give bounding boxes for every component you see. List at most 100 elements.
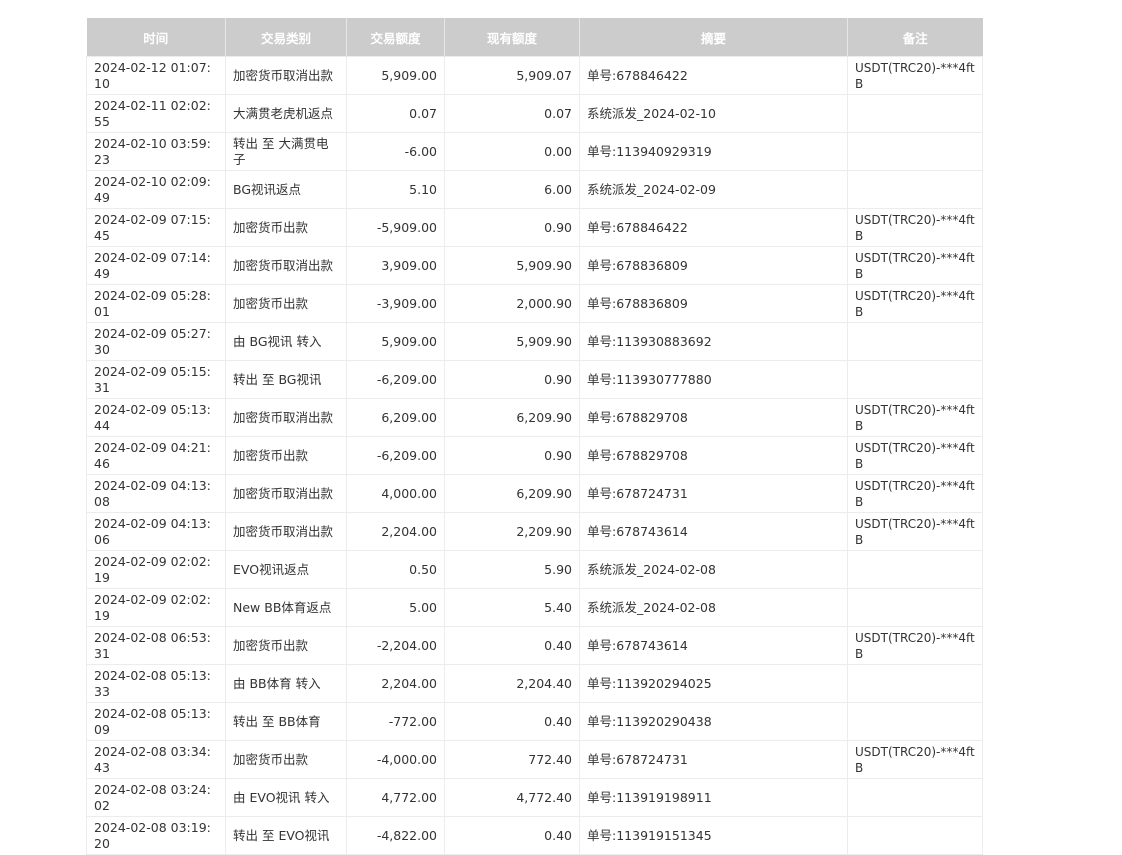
cell-summary: 单号:678836809 [579, 246, 848, 285]
cell-balance: 5.90 [444, 550, 580, 589]
cell-note: USDT(TRC20)-***4ftB [847, 56, 983, 95]
cell-summary: 单号:678829708 [579, 436, 848, 475]
cell-note [847, 816, 983, 855]
cell-type: 加密货币取消出款 [225, 246, 347, 285]
cell-time: 2024-02-09 04:21:46 [86, 436, 226, 475]
table-row: 2024-02-08 03:24:02 由 EVO视讯 转入 4,772.00 4,7… [86, 778, 983, 817]
table-row: 2024-02-12 01:07:10 加密货币取消出款 5,909.00 5,909… [86, 56, 983, 95]
table-row: 2024-02-08 03:34:43 加密货币出款 -4,000.00 772.40… [86, 740, 983, 779]
cell-time: 2024-02-09 02:02:19 [86, 550, 226, 589]
cell-summary: 单号:678846422 [579, 56, 848, 95]
cell-summary: 单号:113930883692 [579, 322, 848, 361]
table-row: 2024-02-08 06:53:31 加密货币出款 -2,204.00 0.40 单号… [86, 626, 983, 665]
cell-summary: 系统派发_2024-02-09 [579, 170, 848, 209]
cell-summary: 单号:678836809 [579, 284, 848, 323]
cell-balance: 6,209.90 [444, 398, 580, 437]
cell-type: 由 BG视讯 转入 [225, 322, 347, 361]
cell-time: 2024-02-11 02:02:55 [86, 94, 226, 133]
cell-type: 转出 至 BG视讯 [225, 360, 347, 399]
cell-amount: 2,204.00 [346, 664, 445, 703]
cell-balance: 0.40 [444, 816, 580, 855]
cell-type: 转出 至 BB体育 [225, 702, 347, 741]
cell-balance: 5.40 [444, 588, 580, 627]
cell-note [847, 132, 983, 171]
cell-summary: 单号:113930777880 [579, 360, 848, 399]
cell-note: USDT(TRC20)-***4ftB [847, 626, 983, 665]
cell-time: 2024-02-08 03:24:02 [86, 778, 226, 817]
table-header-row: 时间 交易类别 交易额度 现有额度 摘要 备注 [86, 18, 983, 57]
cell-type: EVO视讯返点 [225, 550, 347, 589]
table-row: 2024-02-09 05:28:01 加密货币出款 -3,909.00 2,000.… [86, 284, 983, 323]
header-balance: 现有额度 [444, 18, 580, 57]
cell-time: 2024-02-08 05:13:09 [86, 702, 226, 741]
cell-note: USDT(TRC20)-***4ftB [847, 740, 983, 779]
cell-amount: -772.00 [346, 702, 445, 741]
cell-balance: 0.90 [444, 436, 580, 475]
cell-time: 2024-02-08 03:19:20 [86, 816, 226, 855]
cell-type: BG视讯返点 [225, 170, 347, 209]
table-row: 2024-02-09 02:02:19 New BB体育返点 5.00 5.40 系统派… [86, 588, 983, 627]
cell-amount: 5,909.00 [346, 56, 445, 95]
cell-amount: 5,909.00 [346, 322, 445, 361]
cell-summary: 系统派发_2024-02-10 [579, 94, 848, 133]
table-row: 2024-02-08 05:13:33 由 BB体育 转入 2,204.00 2,20… [86, 664, 983, 703]
cell-type: 由 EVO视讯 转入 [225, 778, 347, 817]
cell-balance: 2,000.90 [444, 284, 580, 323]
cell-balance: 0.07 [444, 94, 580, 133]
cell-balance: 5,909.90 [444, 322, 580, 361]
cell-type: 转出 至 大满贯电子 [225, 132, 347, 171]
cell-amount: -4,822.00 [346, 816, 445, 855]
cell-amount: 5.00 [346, 588, 445, 627]
header-note: 备注 [847, 18, 983, 57]
cell-amount: 3,909.00 [346, 246, 445, 285]
cell-summary: 单号:678724731 [579, 474, 848, 513]
cell-summary: 单号:113919151345 [579, 816, 848, 855]
cell-amount: 5.10 [346, 170, 445, 209]
cell-note: USDT(TRC20)-***4ftB [847, 398, 983, 437]
table-body: 2024-02-12 01:07:10 加密货币取消出款 5,909.00 5,909… [86, 56, 983, 855]
cell-summary: 系统派发_2024-02-08 [579, 588, 848, 627]
cell-time: 2024-02-08 06:53:31 [86, 626, 226, 665]
cell-time: 2024-02-10 03:59:23 [86, 132, 226, 171]
cell-time: 2024-02-09 05:28:01 [86, 284, 226, 323]
cell-type: 由 BB体育 转入 [225, 664, 347, 703]
cell-amount: -6,209.00 [346, 360, 445, 399]
cell-note [847, 778, 983, 817]
cell-type: 转出 至 EVO视讯 [225, 816, 347, 855]
cell-balance: 0.40 [444, 626, 580, 665]
cell-summary: 单号:113920294025 [579, 664, 848, 703]
cell-summary: 单号:113919198911 [579, 778, 848, 817]
cell-type: 加密货币取消出款 [225, 512, 347, 551]
cell-time: 2024-02-09 05:13:44 [86, 398, 226, 437]
cell-balance: 0.90 [444, 360, 580, 399]
cell-time: 2024-02-08 03:34:43 [86, 740, 226, 779]
cell-amount: 6,209.00 [346, 398, 445, 437]
cell-note [847, 702, 983, 741]
table-row: 2024-02-09 07:15:45 加密货币出款 -5,909.00 0.90 单号… [86, 208, 983, 247]
cell-amount: -6.00 [346, 132, 445, 171]
cell-time: 2024-02-09 05:27:30 [86, 322, 226, 361]
cell-time: 2024-02-09 04:13:06 [86, 512, 226, 551]
cell-time: 2024-02-10 02:09:49 [86, 170, 226, 209]
table-row: 2024-02-09 04:13:08 加密货币取消出款 4,000.00 6,209… [86, 474, 983, 513]
cell-balance: 2,209.90 [444, 512, 580, 551]
cell-balance: 772.40 [444, 740, 580, 779]
cell-balance: 0.90 [444, 208, 580, 247]
cell-balance: 6.00 [444, 170, 580, 209]
header-time: 时间 [86, 18, 226, 57]
cell-amount: -2,204.00 [346, 626, 445, 665]
table-row: 2024-02-09 04:21:46 加密货币出款 -6,209.00 0.90 单号… [86, 436, 983, 475]
table-row: 2024-02-09 07:14:49 加密货币取消出款 3,909.00 5,909… [86, 246, 983, 285]
cell-note [847, 588, 983, 627]
cell-time: 2024-02-12 01:07:10 [86, 56, 226, 95]
cell-summary: 单号:678829708 [579, 398, 848, 437]
cell-balance: 4,772.40 [444, 778, 580, 817]
cell-summary: 单号:113920290438 [579, 702, 848, 741]
cell-time: 2024-02-09 07:15:45 [86, 208, 226, 247]
table-row: 2024-02-09 05:27:30 由 BG视讯 转入 5,909.00 5,90… [86, 322, 983, 361]
cell-summary: 单号:113940929319 [579, 132, 848, 171]
cell-amount: 4,772.00 [346, 778, 445, 817]
table-row: 2024-02-10 02:09:49 BG视讯返点 5.10 6.00 系统派发_20… [86, 170, 983, 209]
cell-note: USDT(TRC20)-***4ftB [847, 512, 983, 551]
table-row: 2024-02-09 05:15:31 转出 至 BG视讯 -6,209.00 0.9… [86, 360, 983, 399]
